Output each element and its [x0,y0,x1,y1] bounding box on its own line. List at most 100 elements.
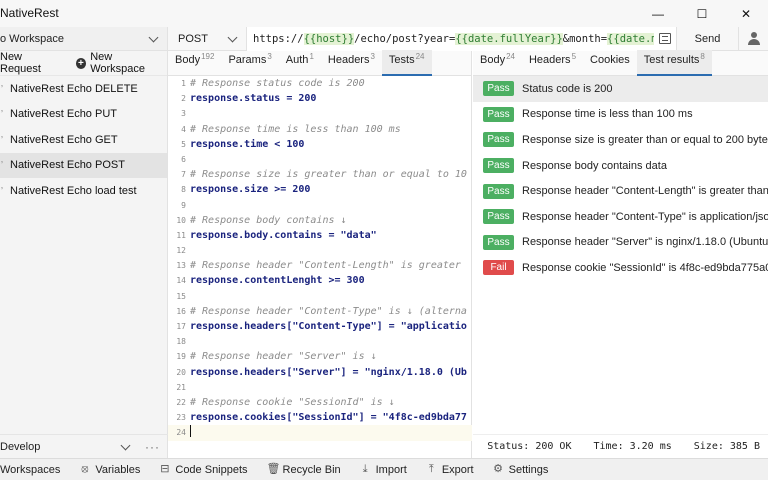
chevron-down-icon [149,34,159,44]
tab-tests[interactable]: Tests 24 [381,50,432,76]
tab-response-body[interactable]: Body 24 [473,50,522,75]
account-button[interactable] [738,26,768,51]
request-editor: Body 192 Params 3 Auth 1 Headers 3 Tests 24 1… [168,50,472,458]
footer-label: Workspaces [0,463,61,476]
line-number: 13 [176,261,186,271]
chevron-down-icon[interactable] [121,442,131,452]
more-icon[interactable]: ··· [145,440,160,454]
line-number: 22 [176,397,186,407]
workspace-select[interactable]: o Workspace [0,27,167,51]
sidebar-item-put[interactable]: ʼ NativeRest Echo PUT [0,102,167,128]
test-result-row[interactable]: Fail Response cookie "SessionId" is 4f8c-… [473,255,768,281]
test-result-row[interactable]: Pass Response header "Content-Type" is ap… [473,204,768,230]
pass-badge: Pass [483,158,514,174]
pass-badge: Pass [483,81,514,97]
tab-count: 24 [415,51,425,61]
plus-circle-icon: + [75,57,87,69]
method-select[interactable]: POST [168,26,247,51]
export-icon: ⤒ [428,463,434,475]
test-result-row[interactable]: Pass Response header "Server" is nginx/1.… [473,230,768,256]
sidebar-item-get[interactable]: ʼ NativeRest Echo GET [0,127,167,153]
tab-response-headers[interactable]: Headers 5 [522,50,583,75]
sidebar-item-post[interactable]: ʼ NativeRest Echo POST [0,152,167,178]
tab-label: Auth [285,54,309,66]
maximize-button[interactable]: ☐ [680,0,724,27]
variables-button[interactable]: ⦻ Variables [79,464,140,476]
code-comment: # Response time is less than 100 ms [190,123,401,135]
line-number: 9 [181,200,186,210]
code-comment: # Response body contains ↓ [190,214,347,226]
code-line: 22 # Response cookie "SessionId" is ↓ [168,395,472,410]
line-number: 11 [176,230,186,240]
footer-label: Import [375,463,407,476]
tab-body[interactable]: Body 192 [168,50,221,75]
code-line: 3 [168,106,472,121]
minimize-button[interactable]: — [636,0,680,27]
user-icon [747,31,761,46]
trash-icon: 🗑︎ [266,463,281,475]
line-number: 17 [176,322,186,331]
code-line: 18 [168,334,472,349]
test-result-row[interactable]: Pass Response time is less than 100 ms [473,102,768,128]
workspaces-button[interactable]: Workspaces [0,464,60,476]
test-result-text: Response cookie "SessionId" is 4f8c-ed9b… [522,261,768,274]
tab-label: Tests [388,54,415,66]
tab-test-results[interactable]: Test results 8 [636,50,712,76]
code-snippets-button[interactable]: ⊟ Code Snippets [159,464,247,476]
request-marker-icon: ʼ [1,185,3,196]
new-workspace-button[interactable]: + New Workspace [75,51,167,75]
test-result-text: Response size is greater than or equal t… [522,133,768,146]
url-variable: {{host}} [303,32,355,45]
code-comment: # Response header "Content-Type" is ↓ (a… [190,305,467,317]
recycle-bin-button[interactable]: 🗑︎ Recycle Bin [267,464,341,476]
line-number: 7 [181,170,186,180]
import-button[interactable]: ⤓ Import [360,464,407,476]
snippet-icon: ⊟ [160,463,170,475]
tab-cookies[interactable]: Cookies [583,50,637,75]
tab-count: 8 [700,51,705,61]
line-number: 23 [176,413,186,423]
tab-params[interactable]: Params 3 [221,50,278,75]
close-button[interactable]: ✕ [724,0,768,27]
code-comment: # Response header "Content-Length" is gr… [190,260,461,272]
line-number: 5 [181,139,186,149]
line-number: 15 [176,291,186,301]
line-number: 14 [176,276,186,286]
test-result-text: Response header "Content-Length" is grea… [522,185,768,198]
url-variable: {{date.fullYear}} [455,32,563,45]
tab-count: 192 [201,51,215,61]
code-line: 11 response.body.contains = "data" [168,228,472,243]
send-button[interactable]: Send [676,26,738,51]
footer-label: Export [441,463,474,476]
tab-headers[interactable]: Headers 3 [321,50,382,75]
settings-button[interactable]: ⚙ Settings [493,464,548,476]
new-request-button[interactable]: New Request [0,51,64,75]
request-marker-icon: ʼ [1,83,3,94]
code-line: 17 response.headers["Content-Type"] = "ap… [168,319,472,334]
export-button[interactable]: ⤒ Export [426,464,474,476]
code-line: 9 [168,198,472,213]
line-number: 1 [181,79,186,88]
code-text: response.headers["Content-Type"] = "appl… [190,321,467,332]
editor-tabs: Body 192 Params 3 Auth 1 Headers 3 Tests 24 [168,50,471,76]
tab-auth[interactable]: Auth 1 [279,50,321,75]
test-result-row[interactable]: Pass Status code is 200 [473,76,768,102]
code-line: 20 response.headers["Server"] = "nginx/1.… [168,365,472,380]
code-comment: # Response cookie "SessionId" is ↓ [190,396,395,408]
code-line: 19 # Response header "Server" is ↓ [168,349,472,364]
test-result-row[interactable]: Pass Response body contains data [473,153,768,179]
test-result-row[interactable]: Pass Response header "Content-Length" is … [473,178,768,204]
line-number: 24 [176,428,186,438]
sidebar-item-label: NativeRest Echo load test [10,184,137,197]
url-doc-button[interactable] [654,26,676,51]
test-results-list: Pass Status code is 200 Pass Response time … [473,76,768,281]
sidebar-item-load-test[interactable]: ʼ NativeRest Echo load test [0,178,167,204]
chevron-down-icon [228,34,238,44]
request-marker-icon: ʼ [1,109,3,120]
environment-select[interactable]: Develop [0,441,40,453]
sidebar-item-delete[interactable]: ʼ NativeRest Echo DELETE [0,76,167,102]
test-result-row[interactable]: Pass Response size is greater than or equ… [473,127,768,153]
tests-code-editor[interactable]: 1 # Response status code is 200 2 response.… [168,76,472,458]
url-input[interactable]: https://{{host}}/echo/post?year= {{date.f… [247,26,654,51]
pass-badge: Pass [483,183,514,199]
